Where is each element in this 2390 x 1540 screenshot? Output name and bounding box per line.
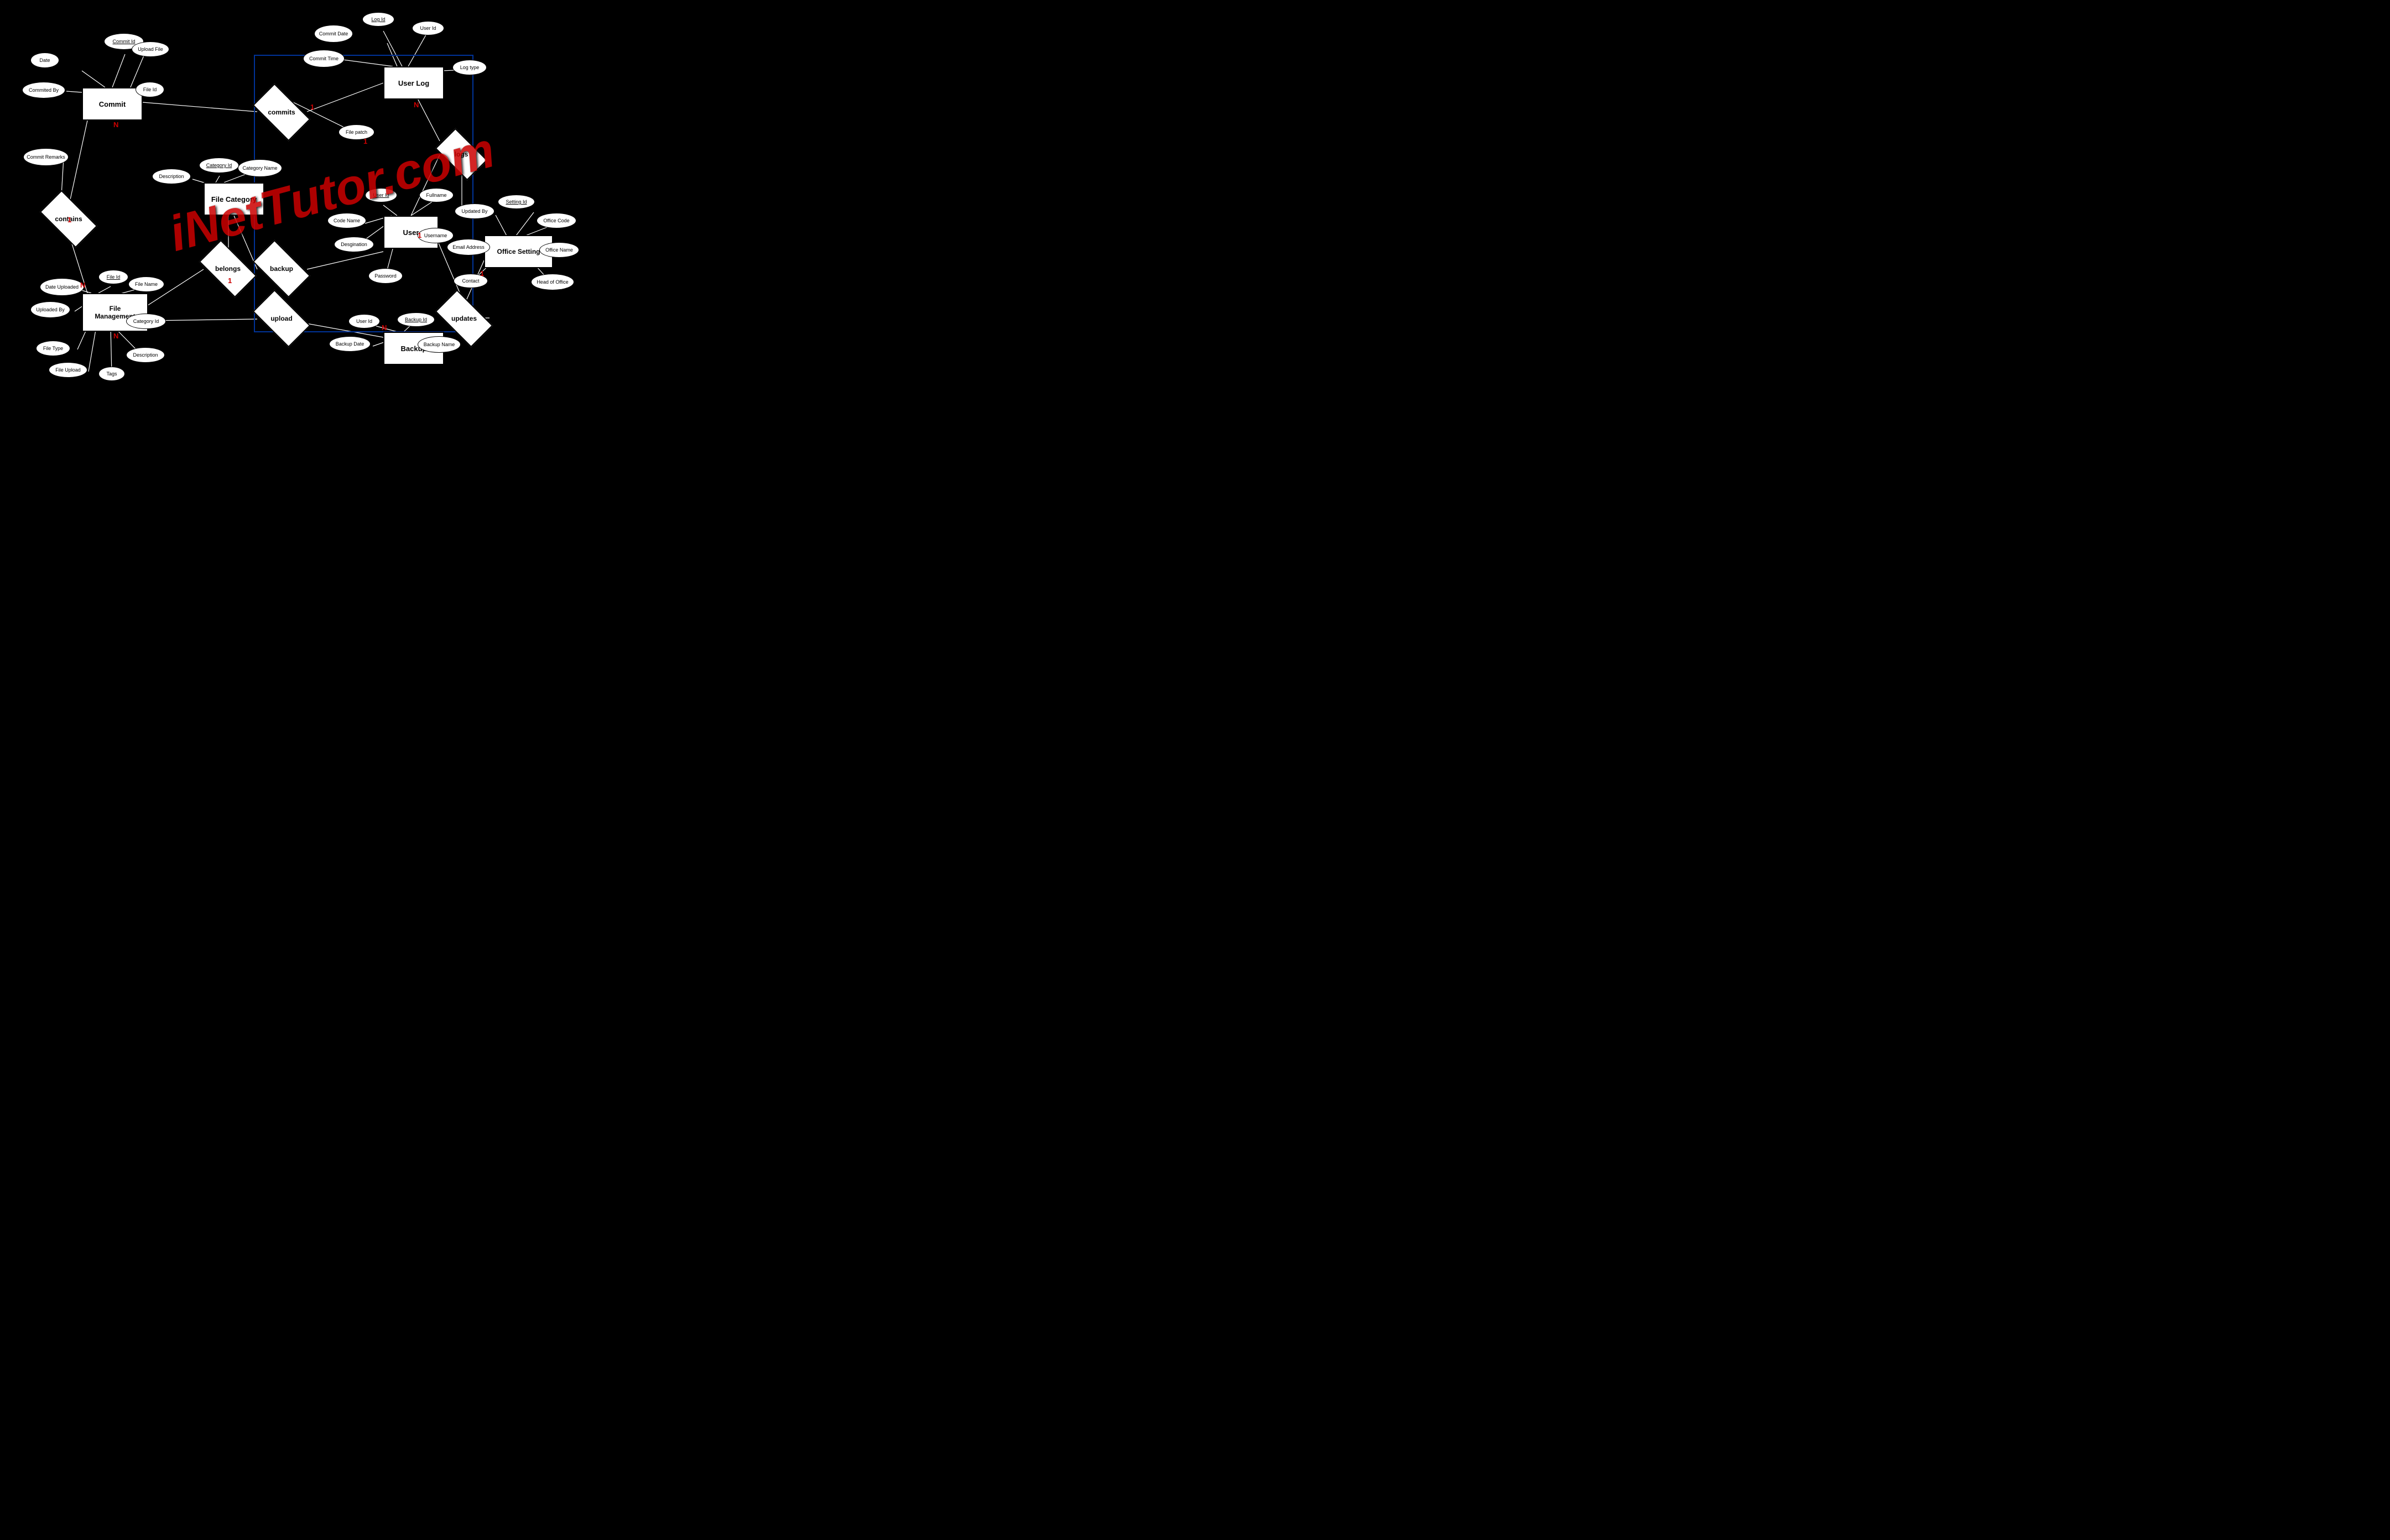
attr-file-id-commit: File Id	[136, 82, 164, 97]
entity-userlog: User Log	[383, 66, 444, 100]
attr-commit-date: Commit Date	[314, 25, 353, 43]
attr-user-id-backup: User Id	[348, 314, 380, 328]
attr-committed-by: Commited By	[22, 82, 65, 98]
attr-commit-remarks: Commit Remarks	[23, 148, 69, 166]
mult-updates-1: 1	[480, 269, 484, 278]
mult-fm-n: N	[80, 281, 85, 289]
attr-log-id: Log Id	[362, 12, 394, 27]
entity-commit: Commit	[82, 87, 143, 121]
diamond-logs: logs	[439, 140, 484, 169]
mult-user-1: 1	[418, 231, 421, 239]
attr-description-fc: Description	[152, 169, 191, 184]
mult-logs-1: 1	[363, 137, 367, 145]
attr-log-type: Log type	[452, 60, 487, 75]
attr-file-type: File Type	[36, 341, 70, 356]
attr-username: Username	[418, 228, 454, 243]
entity-filecategory: File Category	[204, 182, 264, 216]
attr-office-name: Office Name	[539, 242, 579, 258]
attr-head-of-office: Head of Office	[531, 274, 574, 290]
mult-belongs-1: 1	[228, 276, 232, 285]
er-diagram: Commit User Log File Category User File …	[0, 0, 597, 385]
mult-fm-n2: N	[113, 332, 118, 340]
attr-commit-time: Commit Time	[303, 50, 345, 67]
mult-userlog-n: N	[414, 101, 419, 109]
diamond-commits: commits	[256, 97, 307, 128]
attr-uploaded-by: Uploaded By	[30, 301, 70, 318]
attr-file-id-fm: File Id	[98, 270, 128, 284]
attr-file-name: File Name	[128, 276, 164, 292]
attr-user-id-log: User Id	[412, 21, 444, 35]
attr-file-upload: File Upload	[49, 362, 87, 378]
diamond-upload: upload	[256, 303, 307, 334]
mult-commit-n: N	[113, 121, 118, 129]
attr-date: Date	[30, 53, 59, 68]
attr-office-code: Office Code	[537, 213, 576, 228]
attr-description-fm: Description	[126, 347, 165, 363]
attr-password: Password	[368, 268, 403, 284]
mult-backup-n: N	[382, 323, 387, 332]
attr-email-address: Email Address	[447, 239, 490, 255]
mult-contains-1: 1	[67, 216, 71, 224]
diamond-updates: updates	[439, 303, 490, 334]
attr-backup-id: Backup Id	[397, 312, 435, 327]
attr-backup-date: Backup Date	[329, 336, 371, 352]
attr-category-id-fm: Category Id	[126, 314, 166, 329]
attr-fullname: Fullname	[419, 188, 454, 202]
attr-user-id-user: User Id	[365, 188, 397, 202]
attr-desgination: Desgination	[334, 237, 374, 252]
attr-category-name: Category Name	[238, 159, 282, 177]
diamond-backup-rel: backup	[256, 253, 307, 284]
attr-tags: Tags	[98, 367, 125, 381]
mult-commits-1: 1	[310, 103, 314, 111]
attr-backup-name: Backup Name	[418, 336, 461, 353]
attr-code-name: Code Name	[327, 213, 366, 228]
attr-updated-by: Updated By	[455, 203, 494, 219]
attr-category-id: Category Id	[199, 158, 239, 173]
attr-upload-file: Upload File	[132, 41, 169, 57]
attr-date-uploaded: Date Uploaded	[40, 278, 84, 296]
attr-setting-id: Setting Id	[498, 195, 535, 209]
attr-file-patch: File patch	[339, 124, 374, 140]
